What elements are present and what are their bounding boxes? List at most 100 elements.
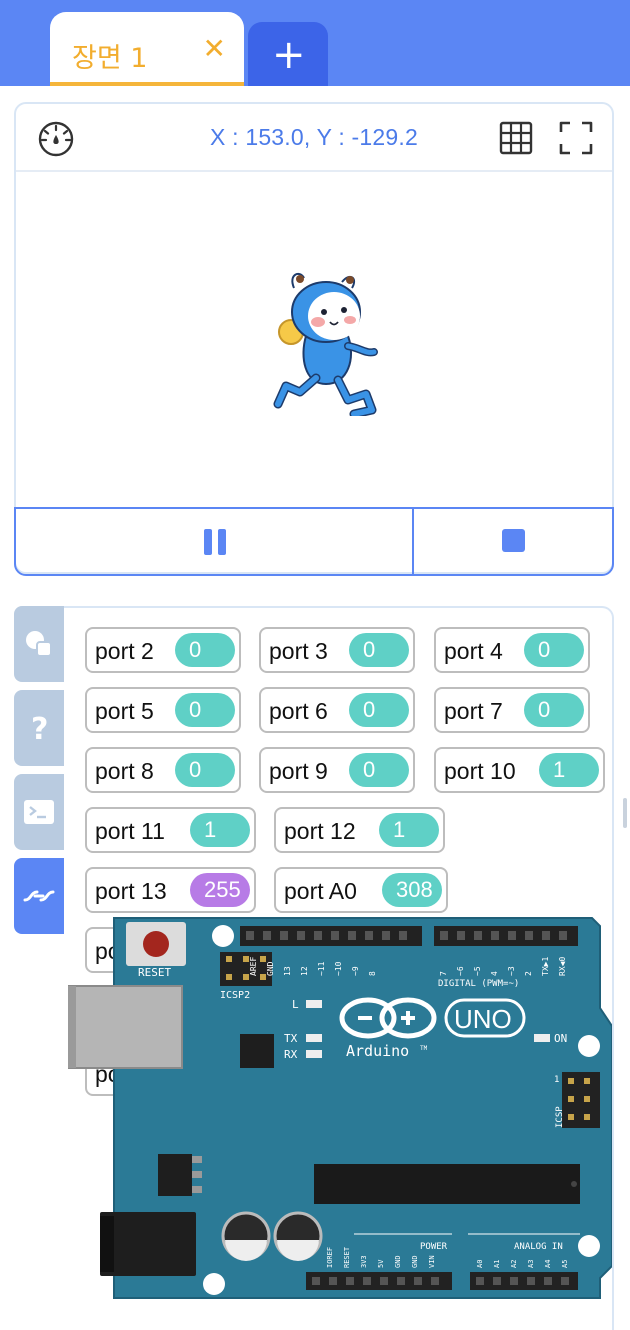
reset-label: RESET: [138, 966, 171, 979]
pin-label: 4: [490, 971, 499, 976]
pause-icon: [204, 529, 212, 555]
close-icon[interactable]: ✕: [203, 32, 226, 65]
pin-label: A3: [527, 1260, 535, 1268]
pin-label: 2: [524, 971, 533, 976]
pin-label: A1: [493, 1260, 501, 1268]
side-tab-objects[interactable]: [14, 606, 64, 682]
port-label: port 6: [269, 698, 328, 724]
pin-label: AREF: [249, 957, 258, 976]
stage-header: X : 153.0, Y : -129.2: [16, 104, 612, 172]
port-label: port 10: [444, 758, 516, 784]
svg-text:?: ?: [31, 712, 48, 744]
pin-label: RX◀0: [558, 957, 567, 976]
port-value: 0: [524, 633, 584, 667]
port-label: port 12: [284, 818, 356, 844]
port-item: port 8 0: [85, 747, 241, 793]
pin-label: GND: [394, 1255, 402, 1268]
pin-label: VIN: [428, 1255, 436, 1268]
port-label: port 3: [269, 638, 328, 664]
pin-label: ~3: [507, 966, 516, 976]
port-item: port 5 0: [85, 687, 241, 733]
pin-label: A5: [561, 1260, 569, 1268]
port-item: port A0 308: [274, 867, 448, 913]
pin-label: ~10: [334, 961, 343, 976]
port-label: port 11: [95, 818, 165, 844]
port-value: 1: [539, 753, 599, 787]
pause-button[interactable]: [16, 509, 414, 574]
tx-label: TX: [284, 1032, 298, 1045]
help-icon: ?: [31, 712, 48, 744]
tab-scene-1[interactable]: 장면 1 ✕: [50, 12, 244, 86]
port-label: port 8: [95, 758, 154, 784]
fullscreen-icon[interactable]: [558, 120, 594, 156]
icsp-pin1-label: 1: [554, 1075, 559, 1085]
arduino-brand: Arduino: [346, 1042, 409, 1060]
pin-label: 3V3: [360, 1255, 368, 1268]
pin-label: 5V: [377, 1259, 385, 1268]
pin-label: ~5: [473, 966, 482, 976]
hardware-link-icon: [23, 890, 55, 902]
side-tab-console[interactable]: [14, 774, 64, 850]
analog-label: ANALOG IN: [514, 1242, 563, 1252]
pin-label: IOREF: [326, 1247, 334, 1268]
port-value: 308: [382, 873, 442, 907]
pin-label: 12: [300, 966, 309, 976]
add-scene-button[interactable]: +: [248, 22, 328, 86]
console-icon: [24, 800, 54, 824]
pin-label: 8: [368, 971, 377, 976]
side-tab-hardware[interactable]: [14, 858, 64, 934]
scrollbar-thumb[interactable]: [623, 798, 627, 828]
port-item: port 10 1: [434, 747, 605, 793]
port-value: 0: [349, 753, 409, 787]
scene-tab-bar: 장면 1 ✕ +: [0, 0, 630, 86]
stage-canvas[interactable]: [16, 174, 612, 508]
port-value: 0: [175, 693, 235, 727]
pin-label: 13: [283, 966, 292, 976]
pin-label: ~9: [351, 966, 360, 976]
port-item: port 11 1: [85, 807, 256, 853]
port-value: 0: [175, 753, 235, 787]
port-item: port 6 0: [259, 687, 415, 733]
port-value: 255: [190, 873, 250, 907]
port-value: 0: [524, 693, 584, 727]
icsp2-label: ICSP2: [220, 990, 250, 1001]
port-item: port 9 0: [259, 747, 415, 793]
pin-label: GND: [411, 1255, 419, 1268]
stage-panel: X : 153.0, Y : -129.2: [14, 102, 614, 576]
grid-icon[interactable]: [498, 120, 534, 156]
port-value: 1: [379, 813, 439, 847]
plus-icon: +: [272, 32, 306, 78]
port-label: port 13: [95, 878, 167, 904]
l-label: L: [292, 998, 299, 1011]
pin-label: ~11: [317, 961, 326, 976]
pin-label: 7: [439, 971, 448, 976]
stop-icon: [502, 529, 525, 552]
arduino-uno-board: RESET ICSP2 AREF GND 13 12 ~11 ~10 ~9 8 7 ~6 ~5 4 ~3…: [68, 917, 612, 1299]
side-tab-help[interactable]: ?: [14, 690, 64, 766]
pin-label: A0: [476, 1260, 484, 1268]
pause-icon-bar: [218, 529, 226, 555]
port-label: port A0: [284, 878, 357, 904]
digital-label: DIGITAL (PWM=~): [438, 979, 519, 989]
entry-bot-character[interactable]: [256, 266, 386, 416]
pin-label: TX▶1: [541, 957, 550, 976]
pin-label: A2: [510, 1260, 518, 1268]
uno-label: UNO: [454, 1004, 512, 1034]
trademark-label: TM: [420, 1045, 428, 1052]
stop-button[interactable]: [414, 509, 612, 574]
port-value: 0: [349, 693, 409, 727]
port-item: port 13 255: [85, 867, 256, 913]
port-label: port 2: [95, 638, 154, 664]
power-label: POWER: [420, 1242, 448, 1252]
port-item: port 7 0: [434, 687, 590, 733]
port-value: 0: [349, 633, 409, 667]
pin-label: A4: [544, 1260, 552, 1268]
port-label: port 9: [269, 758, 328, 784]
on-label: ON: [554, 1032, 567, 1045]
port-value: 1: [190, 813, 250, 847]
port-item: port 2 0: [85, 627, 241, 673]
objects-icon: [26, 631, 52, 657]
pin-label: GND: [266, 961, 275, 976]
rx-label: RX: [284, 1048, 298, 1061]
port-label: port 4: [444, 638, 503, 664]
